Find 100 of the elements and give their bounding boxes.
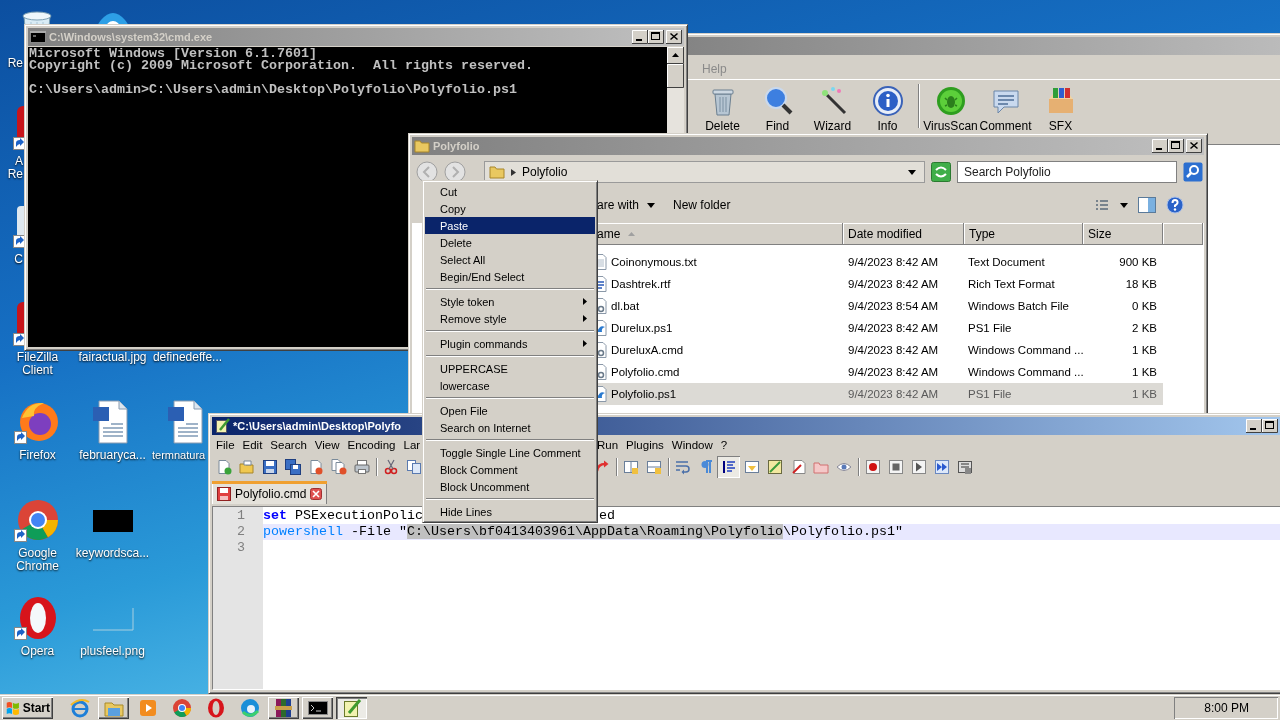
search-field[interactable]: Search Polyfolio bbox=[957, 161, 1177, 183]
file-name: Durelux.ps1 bbox=[611, 322, 673, 334]
menu-item[interactable]: Open File bbox=[425, 402, 595, 419]
icon-label[interactable]: Re bbox=[7, 57, 23, 70]
window-title: C:\Windows\system32\cmd.exe bbox=[49, 31, 213, 43]
maximize-button[interactable] bbox=[1262, 419, 1278, 433]
icon-label[interactable]: fairactual.jpg bbox=[78, 351, 147, 364]
minimize-button[interactable] bbox=[1246, 419, 1262, 433]
line-number: 1 bbox=[236, 508, 246, 524]
table-cell-text: 9/4/2023 8:42 AM bbox=[847, 344, 940, 356]
breadcrumb-item[interactable]: Polyfolio bbox=[522, 165, 568, 179]
toolbar-button[interactable]: Wizard bbox=[805, 80, 860, 136]
menu-item[interactable]: Window bbox=[667, 438, 717, 451]
stop-icon bbox=[887, 458, 904, 475]
help-icon[interactable] bbox=[1166, 196, 1184, 214]
table-cell-text: 2 KB bbox=[1131, 322, 1158, 334]
menu-item[interactable]: Copy bbox=[425, 200, 595, 217]
menu-item[interactable]: Block Comment bbox=[425, 461, 595, 478]
table-cell-text: 0 KB bbox=[1131, 300, 1158, 312]
menu-item[interactable]: Begin/End Select bbox=[425, 268, 595, 285]
menu-item[interactable]: Hide Lines bbox=[425, 503, 595, 520]
taskbar-button[interactable] bbox=[98, 697, 129, 719]
start-button[interactable]: Start bbox=[2, 697, 53, 719]
table-cell-text: PS1 File bbox=[967, 322, 1013, 334]
icon-label[interactable]: termnatura bbox=[152, 449, 206, 462]
menu-item[interactable]: Encoding bbox=[343, 438, 400, 451]
scrollbar[interactable] bbox=[667, 47, 684, 133]
menu-item[interactable]: Select All bbox=[425, 251, 595, 268]
browser-icon bbox=[238, 697, 261, 719]
icon-label[interactable]: A Re bbox=[7, 155, 23, 181]
preview-pane-icon[interactable] bbox=[1138, 197, 1156, 213]
console-line: Copyright (c) 2009 Microsoft Corporation. All rights reserved. bbox=[29, 60, 534, 72]
file-name: DureluxA.cmd bbox=[611, 344, 684, 356]
menu-item[interactable]: Remove style bbox=[425, 310, 595, 327]
menu-item[interactable]: View bbox=[310, 438, 344, 451]
printer-icon bbox=[353, 458, 370, 475]
menu-item[interactable]: Block Uncomment bbox=[425, 478, 595, 495]
menu-item[interactable]: Plugin commands bbox=[425, 335, 595, 352]
menu-item[interactable]: Edit bbox=[238, 438, 267, 451]
toolbar-button[interactable]: Comment bbox=[978, 80, 1033, 136]
dropdown-arrow-icon[interactable] bbox=[908, 169, 916, 175]
dropdown-arrow-icon[interactable] bbox=[1120, 202, 1128, 208]
search-button[interactable] bbox=[1183, 162, 1203, 182]
folder-icon bbox=[238, 458, 255, 475]
close-icon[interactable] bbox=[310, 488, 323, 500]
scissors-icon bbox=[382, 458, 399, 475]
disks-icon bbox=[284, 458, 301, 475]
tab[interactable]: Polyfolio.cmd bbox=[212, 481, 328, 504]
menu-item[interactable]: Search on Internet bbox=[425, 419, 595, 436]
icon-label[interactable]: FileZilla Client bbox=[0, 351, 75, 377]
column-header[interactable] bbox=[1163, 223, 1203, 245]
toolbar-button[interactable] bbox=[717, 455, 740, 478]
menu-item[interactable]: Plugins bbox=[622, 438, 668, 451]
console-line: Microsoft Windows [Version 6.1.7601] bbox=[29, 48, 317, 60]
table-cell-text: 9/4/2023 8:42 AM bbox=[847, 278, 940, 290]
table-cell-text: 9/4/2023 8:42 AM bbox=[847, 388, 940, 400]
column-header[interactable]: Date modified bbox=[843, 223, 964, 245]
menu-item[interactable]: Search bbox=[266, 438, 311, 451]
flag-icon bbox=[5, 699, 21, 717]
chevron-icon[interactable] bbox=[511, 168, 516, 176]
menu-item[interactable]: UPPERCASE bbox=[425, 360, 595, 377]
icon-label[interactable]: Firefox bbox=[19, 449, 56, 462]
menu-item[interactable]: ? bbox=[716, 438, 732, 451]
list-view-icon[interactable] bbox=[1094, 198, 1110, 212]
table-cell-text: 9/4/2023 8:42 AM bbox=[847, 256, 940, 268]
terminal-icon bbox=[30, 29, 46, 45]
menu-item[interactable]: Lar bbox=[399, 438, 425, 451]
icon-label[interactable]: definedeffe... bbox=[152, 351, 223, 364]
table-cell-text: Windows Batch File bbox=[967, 300, 1070, 312]
taskbar-button[interactable] bbox=[268, 697, 299, 719]
taskbar-button[interactable] bbox=[302, 697, 333, 719]
toolbar-button[interactable]: New folder bbox=[671, 198, 733, 212]
menu-item[interactable]: Cut bbox=[425, 183, 595, 200]
file-name: Polyfolio.cmd bbox=[611, 366, 680, 378]
close-file-icon bbox=[307, 458, 324, 475]
refresh-button[interactable] bbox=[931, 162, 951, 182]
toolbar-button[interactable]: SFX bbox=[1033, 80, 1088, 136]
menu-item[interactable]: Paste bbox=[425, 217, 595, 234]
column-header[interactable]: Size bbox=[1083, 223, 1163, 245]
file-name: dl.bat bbox=[611, 300, 640, 312]
file-name: Dashtrek.rtf bbox=[611, 278, 671, 290]
menu-item[interactable]: Toggle Single Line Comment bbox=[425, 444, 595, 461]
dropdown-arrow-icon bbox=[647, 202, 656, 208]
line-number: 3 bbox=[236, 540, 246, 556]
menu-item[interactable]: Style token bbox=[425, 293, 595, 310]
address-bar[interactable]: Polyfolio bbox=[484, 161, 925, 183]
code-line: set PSExecutionPolic bbox=[263, 508, 423, 524]
toolbar-button[interactable]: Find bbox=[750, 80, 805, 136]
code-line: ed bbox=[598, 508, 615, 524]
column-header[interactable]: Type bbox=[964, 223, 1083, 245]
toolbar-button[interactable]: are with bbox=[595, 198, 658, 212]
icon-label[interactable]: februaryca... bbox=[79, 449, 146, 462]
icon-label[interactable]: C bbox=[7, 253, 23, 266]
clock[interactable]: 8:00 PM bbox=[1204, 701, 1249, 715]
taskbar-button[interactable] bbox=[336, 697, 367, 719]
panel-icon bbox=[743, 458, 760, 475]
menu-item[interactable]: File bbox=[212, 438, 239, 451]
window-title: *C:\Users\admin\Desktop\Polyfo bbox=[233, 420, 402, 432]
browser-icon bbox=[170, 697, 193, 719]
play-icon bbox=[910, 458, 927, 475]
